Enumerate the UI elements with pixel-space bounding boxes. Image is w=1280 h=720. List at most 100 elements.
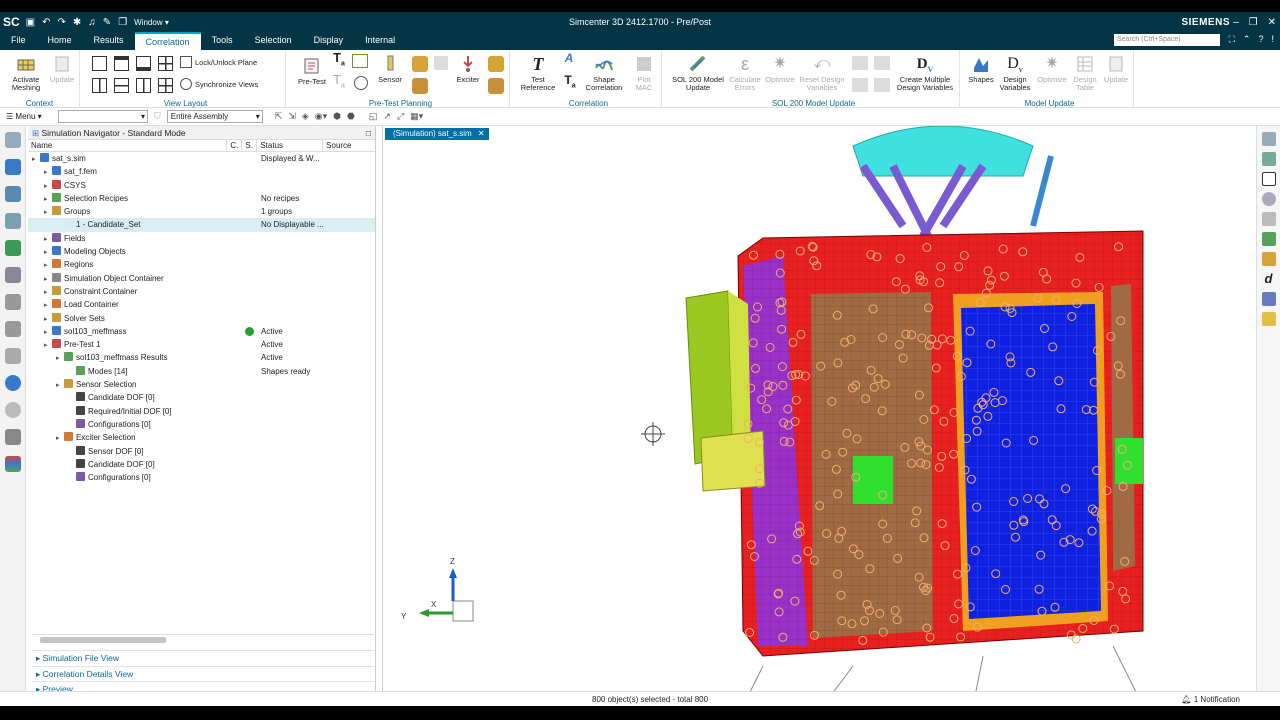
snap-mid-icon[interactable]: ⤢ [397,111,404,122]
info-icon[interactable]: ! [1271,34,1274,45]
history-icon[interactable] [4,402,21,418]
tree-row[interactable]: ▸ sol103_meffmass Results Active [28,351,375,364]
notification-bell-icon[interactable] [4,348,21,364]
snap-tool-icon[interactable]: ◱ [369,111,378,122]
tab-results[interactable]: Results [83,32,135,50]
tree-row[interactable]: Candidate DOF [0] [28,391,375,404]
notification-indicator[interactable]: 🔔︎ 1 Notification [1181,692,1240,706]
panel-simulation-file-view[interactable]: ▸ Simulation File View [32,650,374,666]
color-palette-icon[interactable] [4,456,21,472]
model-canvas[interactable]: Z X Y [383,126,1257,691]
tab-home[interactable]: Home [37,32,83,50]
filter-icon[interactable]: ⛉ [154,111,161,122]
tree-row[interactable]: ▸ Constraint Container [28,285,375,298]
expand-toggle-icon[interactable]: ▸ [44,193,52,205]
maximize-panel-icon[interactable]: □ [366,126,371,140]
tree-row[interactable]: ▸ Sensor Selection [28,378,375,391]
sol200-model-update-button[interactable]: SOL 200 Model Update [670,54,726,92]
expand-toggle-icon[interactable]: ▸ [44,166,52,178]
globe-icon[interactable] [354,76,368,90]
undo-icon[interactable]: ↶ [42,17,50,28]
layout-split-icon[interactable] [114,78,129,93]
rotate-view-icon[interactable] [1261,192,1276,206]
tree-row[interactable]: ▸ sat_f.fem [28,165,375,178]
text-ta-icon[interactable]: Ta [562,74,578,90]
expand-toggle-icon[interactable]: ▸ [44,233,52,245]
close-icon[interactable]: ✕ [1268,17,1276,28]
graphics-window[interactable]: (Simulation) sat_s.sim ✕ Z X Y [382,126,1256,691]
tab-display[interactable]: Display [303,32,355,50]
save-icon[interactable]: ▣ [26,17,35,28]
expand-toggle-icon[interactable]: ▸ [44,246,52,258]
expand-toggle-icon[interactable]: ▸ [44,326,52,338]
layout-four-icon[interactable] [158,56,173,71]
tree-row[interactable]: ▸ Pre-Test 1 Active [28,338,375,351]
system-materials-icon[interactable] [4,429,21,445]
panel-correlation-details-view[interactable]: ▸ Correlation Details View [32,665,374,682]
tree-row[interactable]: ▸ Simulation Object Container [28,272,375,285]
tab-selection[interactable]: Selection [244,32,303,50]
reuse-library-icon[interactable] [4,267,21,283]
scroll-thumb[interactable] [40,637,166,643]
part-navigator-icon[interactable] [4,213,21,229]
tree-row[interactable]: Sensor DOF [0] [28,445,375,458]
type-filter-dropdown[interactable] [58,110,148,123]
tree-row[interactable]: ▸ sat_s.sim Displayed & W... [28,152,375,165]
tree-row[interactable]: ▸ Exciter Selection [28,431,375,444]
shape-correlation-button[interactable]: Shape Correlation [582,54,626,92]
shaded-view-icon[interactable] [1261,212,1276,226]
view-orient-icon[interactable] [1261,132,1276,146]
test-reference-button[interactable]: T Test Reference [518,54,558,92]
col-name[interactable]: Name [28,140,228,151]
select-dropdown-icon[interactable]: ◉▾ [315,111,327,122]
col-c[interactable]: C. [227,140,243,151]
command-finder-icon[interactable]: ✱ [73,17,81,28]
expand-toggle-icon[interactable]: ▸ [32,153,40,165]
pretest-button[interactable]: Pre-Test [296,56,328,86]
layout-three-row-icon[interactable] [136,56,151,71]
ribbon-collapse-icon[interactable]: ⌃ [1243,34,1251,45]
exciter-config-icon[interactable] [488,78,504,94]
scope-dropdown[interactable]: Entire Assembly [166,110,263,123]
tree-row[interactable]: 1 - Candidate_Set No Displayable ... [28,218,375,232]
minimize-icon[interactable]: – [1233,17,1239,28]
expand-toggle-icon[interactable]: ▸ [44,313,52,325]
text-annotation-icon[interactable]: Ta [330,51,348,69]
select-color-icon[interactable]: ⬣ [347,111,355,122]
tree-row[interactable]: Candidate DOF [0] [28,458,375,471]
render-style-icon[interactable] [1261,312,1276,326]
tree-row[interactable]: ▸ Fields [28,232,375,245]
settings-icon[interactable] [4,132,21,148]
update-button[interactable]: Update [46,54,78,84]
expand-toggle-icon[interactable]: ▸ [56,432,64,444]
expand-toggle-icon[interactable]: ▸ [44,180,52,192]
tree-row[interactable]: ▸ Solver Sets [28,312,375,325]
mesh-select-icon[interactable] [352,54,368,68]
tools-icon[interactable]: ✎ [103,17,111,28]
tree-row[interactable]: ▸ sol103_meffmass Active [28,325,375,338]
tab-correlation[interactable]: Correlation [134,32,201,50]
create-multiple-design-variables-button[interactable]: DV Create Multiple Design Variables [894,54,956,92]
snap-point-icon[interactable]: ↗ [383,111,391,122]
tree-row[interactable]: Configurations [0] [28,471,375,484]
shapes-button[interactable]: Shapes [966,54,996,84]
tree-row[interactable]: Modes [14] Shapes ready [28,365,375,378]
fit-view-icon[interactable] [1261,152,1276,166]
expand-toggle-icon[interactable]: ▸ [44,286,52,298]
redo-icon[interactable]: ↷ [58,17,66,28]
select-feature-icon[interactable]: ⇲ [288,111,296,122]
restore-icon[interactable]: ❐ [1249,17,1258,28]
tab-tools[interactable]: Tools [201,32,244,50]
expand-toggle-icon[interactable]: ▸ [44,299,52,311]
microphone-icon[interactable]: ♫ [88,17,96,28]
display-mesh-icon[interactable] [1261,232,1276,246]
layout-single-icon[interactable] [92,56,107,71]
design-variables-button[interactable]: Dv Design Variables [998,54,1032,92]
sensor-config-icon[interactable] [412,78,428,94]
menu-button[interactable]: ☰ Menu ▾ [0,112,58,121]
wireframe-icon[interactable] [1261,172,1276,186]
synchronize-views-button[interactable]: Synchronize Views [180,78,286,90]
horizontal-scrollbar[interactable] [32,634,374,644]
layout-grid-icon[interactable] [158,78,173,93]
grid-snap-icon[interactable]: ▦▾ [410,111,423,122]
